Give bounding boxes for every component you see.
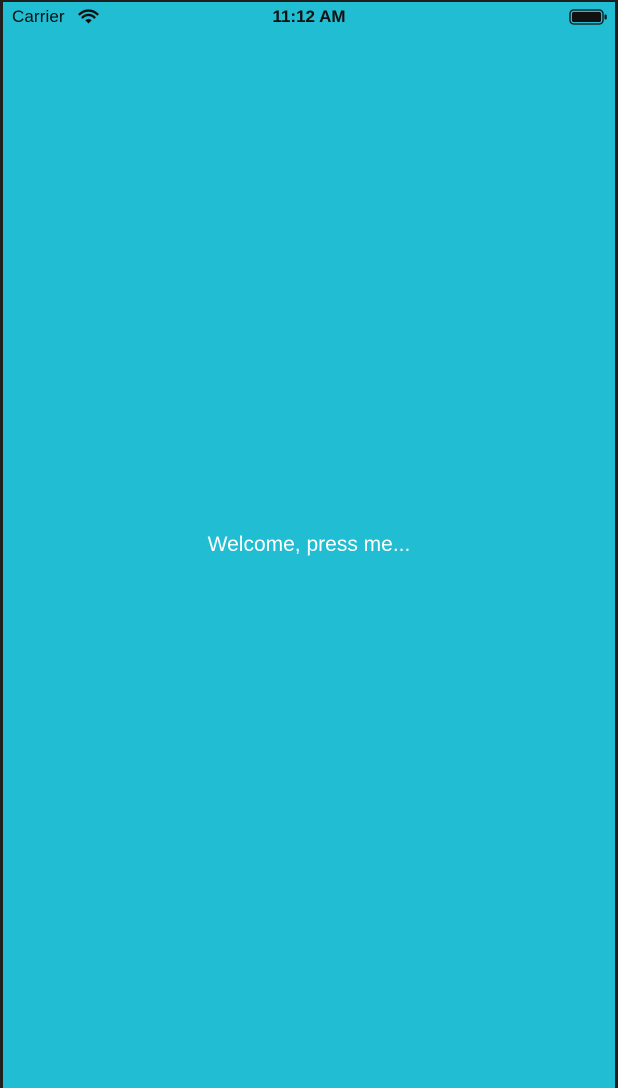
status-bar: Carrier 11:12 AM — [3, 2, 615, 32]
status-time: 11:12 AM — [272, 7, 346, 26]
app-screen: Carrier 11:12 AM Welcome, press me... — [3, 2, 615, 1088]
welcome-button[interactable]: Welcome, press me... — [3, 532, 615, 558]
battery-icon — [569, 9, 607, 25]
